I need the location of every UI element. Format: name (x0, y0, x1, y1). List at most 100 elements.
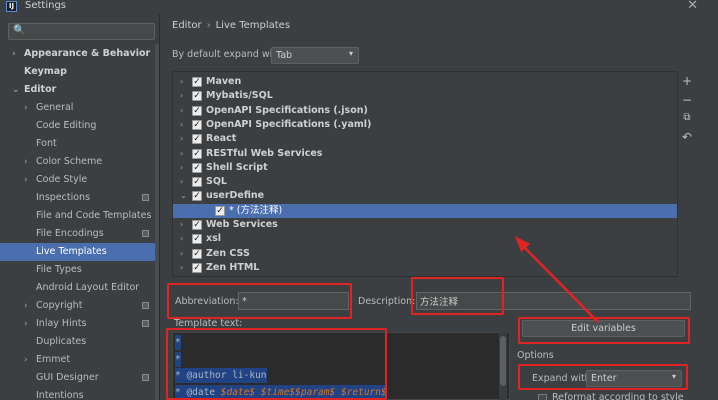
chevron-right-icon[interactable]: › (180, 261, 183, 275)
template-group[interactable]: › ✓ xsl (173, 232, 677, 246)
template-group[interactable]: › ✓ OpenAPI Specifications (.yaml) (173, 118, 677, 132)
template-group[interactable]: › ✓ Zen HTML (173, 261, 677, 275)
template-group[interactable]: ⌄ ✓ userDefine (173, 189, 677, 203)
sidebar-item[interactable]: Inspections (0, 189, 159, 207)
chevron-right-icon[interactable]: › (180, 104, 183, 118)
template-checkbox[interactable]: ✓ (192, 77, 202, 87)
template-checkbox[interactable]: ✓ (192, 162, 202, 173)
template-checkbox[interactable]: ✓ (192, 177, 202, 188)
template-group[interactable]: › ✓ Zen CSS (173, 247, 677, 261)
template-checkbox[interactable]: ✓ (192, 262, 202, 273)
sidebar-item-label: Inspections (36, 192, 91, 203)
default-expand-select[interactable]: Tab ▾ (271, 47, 359, 64)
sidebar-item[interactable]: › General (0, 99, 159, 117)
chevron-right-icon[interactable]: › (24, 351, 28, 369)
settings-search-input[interactable] (33, 25, 151, 38)
template-group[interactable]: › ✓ OpenAPI Specifications (.json) (173, 104, 677, 118)
template-checkbox[interactable]: ✓ (192, 248, 202, 259)
chevron-right-icon[interactable]: › (12, 45, 16, 63)
sidebar-item[interactable]: › Inlay Hints (0, 315, 159, 333)
sidebar-item[interactable]: › Appearance & Behavior (0, 45, 159, 63)
chevron-right-icon[interactable]: › (180, 247, 183, 261)
sidebar-item-label: Appearance & Behavior (24, 48, 151, 59)
breadcrumb-parent[interactable]: Editor (172, 20, 202, 31)
breadcrumb-separator: › (206, 20, 211, 31)
sidebar-item[interactable]: › Code Style (0, 171, 159, 189)
chevron-right-icon[interactable]: › (180, 132, 183, 146)
edit-variables-button[interactable]: Edit variables (522, 320, 685, 337)
sidebar-item[interactable]: › Color Scheme (0, 153, 159, 171)
chevron-right-icon[interactable]: › (180, 118, 183, 132)
template-checkbox[interactable]: ✓ (192, 134, 202, 145)
sidebar-item[interactable]: › Emmet (0, 351, 159, 369)
settings-search-box[interactable]: 🔍 (8, 23, 155, 40)
sidebar-item[interactable]: Code Editing (0, 117, 159, 135)
sidebar-item[interactable]: ⌄ Editor (0, 81, 159, 99)
template-group[interactable]: › ✓ SQL (173, 175, 677, 189)
revert-icon[interactable]: ↶ (680, 130, 694, 144)
add-icon[interactable]: + (680, 74, 694, 88)
template-group[interactable]: › ✓ Shell Script (173, 161, 677, 175)
chevron-right-icon[interactable]: › (180, 89, 183, 103)
sidebar-item[interactable]: Keymap (0, 63, 159, 81)
sidebar-item[interactable]: File and Code Templates (0, 207, 159, 225)
expand-with-select[interactable]: Enter ▾ (586, 370, 682, 387)
description-input[interactable] (416, 292, 691, 310)
project-scope-icon (142, 374, 149, 381)
template-item[interactable]: ✓ * (方法注释) (173, 203, 677, 218)
sidebar-item[interactable]: Android Layout Editor (0, 279, 159, 297)
template-label: Shell Script (206, 161, 268, 173)
template-group[interactable]: › ✓ RESTful Web Services (173, 147, 677, 161)
template-checkbox[interactable]: ✓ (192, 191, 202, 202)
sidebar-item-label: Code Style (36, 174, 88, 185)
sidebar-item[interactable]: File Encodings (0, 225, 159, 243)
chevron-right-icon[interactable]: › (180, 75, 183, 89)
sidebar-scrollbar[interactable] (155, 44, 159, 400)
sidebar-item-label: Copyright (36, 300, 83, 311)
chevron-right-icon[interactable]: › (180, 218, 183, 232)
chevron-right-icon[interactable]: › (24, 171, 28, 189)
template-label: Mybatis/SQL (206, 90, 273, 102)
template-checkbox[interactable]: ✓ (215, 205, 225, 216)
chevron-right-icon[interactable]: › (180, 161, 183, 175)
template-variable: $date$ (220, 386, 256, 398)
template-text-scroll-thumb[interactable] (500, 336, 506, 386)
sidebar-item-label: Emmet (36, 354, 71, 365)
chevron-right-icon[interactable]: › (24, 153, 28, 171)
template-checkbox[interactable]: ✓ (192, 148, 202, 159)
sidebar-item[interactable]: Live Templates (0, 243, 159, 261)
template-checkbox[interactable]: ✓ (192, 91, 202, 102)
chevron-down-icon[interactable]: ⌄ (12, 81, 20, 99)
chevron-right-icon[interactable]: › (24, 99, 28, 117)
template-checkbox[interactable]: ✓ (192, 105, 202, 116)
sidebar-item[interactable]: Duplicates (0, 333, 159, 351)
abbreviation-input[interactable] (238, 292, 349, 310)
template-checkbox[interactable]: ✓ (192, 119, 202, 130)
reformat-checkbox[interactable] (538, 394, 547, 400)
chevron-down-icon[interactable]: ⌄ (180, 189, 187, 203)
close-icon[interactable]: ✕ (687, 0, 698, 13)
template-groups-tree: › ✓ Zen HTML › ✓ Zen CSS › ✓ xsl › ✓ Web Services ✓ *… (172, 71, 678, 277)
copy-icon[interactable]: ⧉ (680, 111, 694, 125)
sidebar-item[interactable]: Intentions (0, 387, 159, 400)
template-text-editor[interactable]: * * * @author li-kun * @date $date$ $time$$… (172, 332, 510, 400)
template-checkbox[interactable]: ✓ (192, 220, 202, 230)
sidebar-item[interactable]: File Types (0, 261, 159, 279)
sidebar-item[interactable]: › Copyright (0, 297, 159, 315)
template-group[interactable]: › ✓ Web Services (173, 218, 677, 232)
sidebar-item[interactable]: GUI Designer (0, 369, 159, 387)
remove-icon[interactable]: − (680, 93, 694, 107)
template-label: Maven (206, 76, 242, 87)
chevron-right-icon[interactable]: › (24, 297, 28, 315)
chevron-right-icon[interactable]: › (180, 175, 183, 189)
template-group[interactable]: › ✓ React (173, 132, 677, 146)
chevron-right-icon[interactable]: › (24, 315, 28, 333)
chevron-right-icon[interactable]: › (180, 232, 183, 246)
template-label: OpenAPI Specifications (.yaml) (206, 118, 372, 130)
template-group[interactable]: › ✓ Mybatis/SQL (173, 89, 677, 103)
project-scope-icon (142, 320, 149, 327)
sidebar-item[interactable]: Font (0, 135, 159, 153)
template-checkbox[interactable]: ✓ (192, 234, 202, 245)
template-group[interactable]: › ✓ Maven (173, 75, 677, 89)
chevron-right-icon[interactable]: › (180, 147, 183, 161)
